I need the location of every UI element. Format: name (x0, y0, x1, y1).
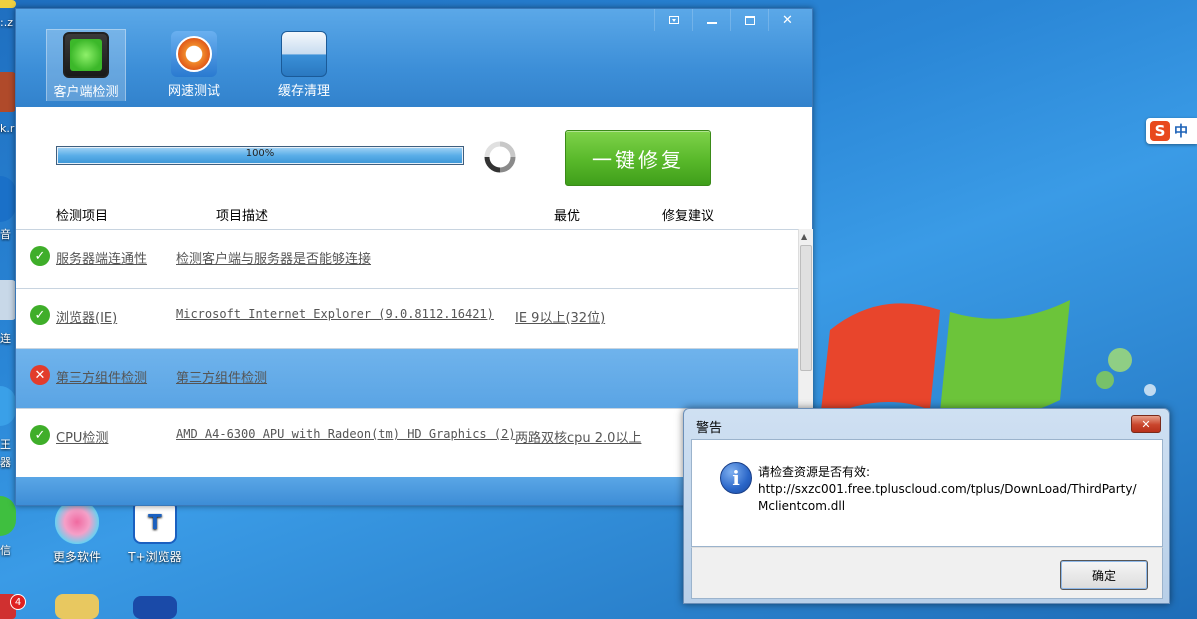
dialog-body: i 请检查资源是否有效: http://sxzc001.free.tpluscl… (691, 439, 1163, 547)
row-desc[interactable]: AMD A4-6300 APU with Radeon(tm) HD Graph… (176, 427, 516, 441)
check-ok-icon: ✓ (30, 305, 50, 325)
clipped-label: 连 (0, 332, 11, 345)
ime-indicator[interactable]: S 中 (1146, 118, 1197, 144)
clipped-icon[interactable] (0, 386, 16, 426)
dropdown-icon (668, 16, 679, 24)
clipped-icon[interactable] (0, 496, 16, 536)
progress-text: 100% (245, 148, 275, 159)
desktop-icon-folder[interactable] (42, 594, 112, 619)
clipped-icon[interactable] (0, 0, 16, 8)
row-name[interactable]: 服务器端连通性 (56, 248, 147, 267)
loading-spinner-icon (484, 141, 516, 173)
table-row[interactable]: ✕ 第三方组件检测 第三方组件检测 (16, 349, 798, 409)
clipped-label: 信 (0, 544, 11, 557)
table-row[interactable]: ✓ 服务器端连通性 检测客户端与服务器是否能够连接 (16, 229, 798, 289)
desktop-icon-label: T+浏览器 (128, 550, 182, 564)
desktop-icon-label: 更多软件 (52, 550, 101, 564)
window-controls: ✕ (654, 9, 806, 31)
check-error-icon: ✕ (30, 365, 50, 385)
check-progress-bar: 100% (56, 146, 464, 165)
maximize-icon (744, 15, 755, 25)
clipped-label: 音 (0, 228, 11, 241)
info-icon: i (720, 462, 752, 494)
row-desc[interactable]: Microsoft Internet Explorer (9.0.8112.16… (176, 307, 494, 321)
desktop-icon-tplus-browser[interactable]: T T+浏览器 (120, 500, 190, 565)
check-results-list: ✓ 服务器端连通性 检测客户端与服务器是否能够连接 ✓ 浏览器(IE) Micr… (16, 229, 798, 467)
check-ok-icon: ✓ (30, 246, 50, 266)
tool-label: 网速测试 (167, 84, 220, 99)
tool-speed-test[interactable]: 网速测试 (154, 29, 234, 101)
message-line: Mclientcom.dll (758, 499, 846, 513)
maximize-button[interactable] (730, 9, 768, 31)
sogou-icon: S (1150, 121, 1170, 141)
clipped-label: :.z (0, 16, 13, 29)
folder-icon (55, 594, 99, 619)
clipped-icon[interactable] (0, 72, 16, 112)
ie-icon (133, 596, 177, 619)
row-name[interactable]: 浏览器(IE) (56, 307, 117, 326)
warning-dialog: 警告 ✕ i 请检查资源是否有效: http://sxzc001.free.tp… (683, 408, 1170, 604)
desktop-icon-more-software[interactable]: 更多软件 (42, 500, 112, 565)
col-fix-suggestion: 修复建议 (662, 209, 715, 224)
col-check-item: 检测项目 (56, 209, 109, 224)
toolbox-icon (281, 31, 327, 77)
minimize-button[interactable] (692, 9, 730, 31)
clipped-label: k.r (0, 122, 15, 135)
clipped-label: 王 (0, 438, 11, 451)
row-desc[interactable]: 第三方组件检测 (176, 367, 267, 386)
tool-client-check[interactable]: 客户端检测 (46, 29, 126, 101)
app-toolbar: ✕ 客户端检测 网速测试 缓存清理 (16, 9, 812, 107)
row-best[interactable]: 两路双核cpu 2.0以上 (515, 427, 641, 446)
minimize-icon (706, 22, 717, 24)
flower-icon (55, 500, 99, 544)
table-row[interactable]: ✓ CPU检测 AMD A4-6300 APU with Radeon(tm) … (16, 409, 798, 467)
row-best[interactable]: IE 9以上(32位) (515, 307, 605, 326)
tplus-browser-icon: T (133, 500, 177, 544)
scroll-thumb[interactable] (800, 245, 812, 371)
close-button[interactable]: ✕ (768, 9, 806, 31)
close-icon: ✕ (1141, 417, 1151, 431)
clipped-label: 器 (0, 456, 11, 469)
clipped-icon[interactable] (0, 176, 16, 222)
ok-button[interactable]: 确定 (1060, 560, 1148, 590)
message-line: http://sxzc001.free.tpluscloud.com/tplus… (758, 482, 1137, 496)
dialog-title: 警告 (696, 421, 723, 436)
scroll-up-icon[interactable]: ▲ (801, 232, 807, 241)
tool-label: 客户端检测 (53, 85, 119, 100)
ime-mode: 中 (1174, 124, 1188, 140)
row-desc[interactable]: 检测客户端与服务器是否能够连接 (176, 248, 371, 267)
dialog-button-area: 确定 (691, 547, 1163, 599)
dialog-close-button[interactable]: ✕ (1131, 415, 1161, 433)
notification-badge: 4 (10, 594, 26, 610)
desktop-icon-ie[interactable] (120, 596, 190, 619)
tool-label: 缓存清理 (277, 84, 330, 99)
one-click-fix-button[interactable]: 一键修复 (565, 130, 711, 186)
speedometer-icon (171, 31, 217, 77)
close-icon: ✕ (782, 12, 793, 28)
col-best: 最优 (554, 209, 581, 224)
menu-dropdown-button[interactable] (654, 9, 692, 31)
message-line: 请检查资源是否有效: (758, 465, 871, 479)
monitor-icon (63, 32, 109, 78)
clipped-icon[interactable] (0, 280, 16, 320)
row-name[interactable]: 第三方组件检测 (56, 367, 147, 386)
check-ok-icon: ✓ (30, 425, 50, 445)
col-description: 项目描述 (216, 209, 269, 224)
tool-cache-clean[interactable]: 缓存清理 (264, 29, 344, 101)
table-row[interactable]: ✓ 浏览器(IE) Microsoft Internet Explorer (9… (16, 289, 798, 349)
dialog-message: 请检查资源是否有效: http://sxzc001.free.tplusclou… (758, 464, 1137, 515)
row-name[interactable]: CPU检测 (56, 427, 108, 446)
